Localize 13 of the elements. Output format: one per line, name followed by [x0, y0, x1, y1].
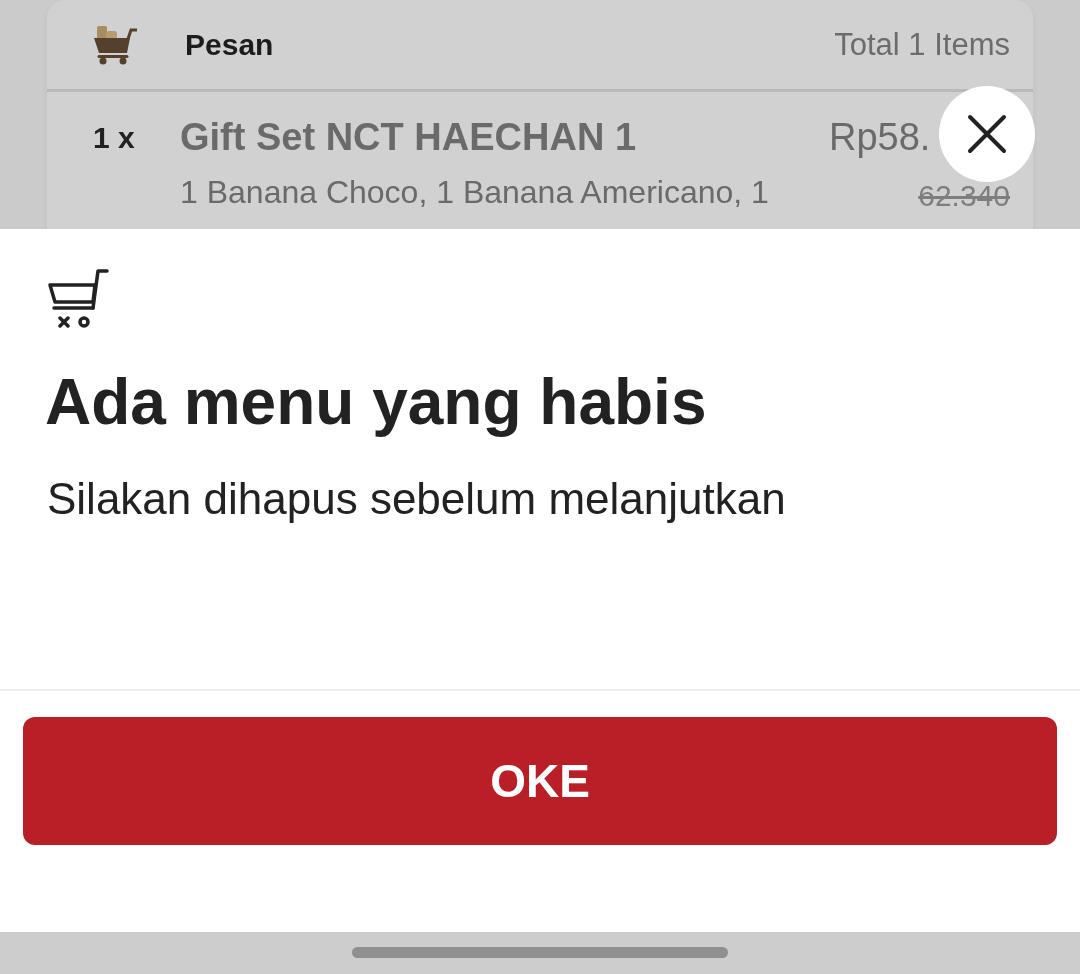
order-title: Pesan — [185, 26, 274, 63]
original-price: 62.340 — [918, 179, 1010, 212]
quantity-text: 1 x — [93, 120, 136, 156]
dialog-message: Silakan dihapus sebelum melanjutkan — [47, 472, 786, 525]
item-name: Gift Set NCT HAECHAN 1 — [180, 115, 637, 160]
close-icon — [967, 114, 1007, 154]
dialog-title: Ada menu yang habis — [45, 365, 707, 440]
ok-button[interactable]: OKE — [23, 717, 1057, 845]
cart-icon — [47, 268, 109, 328]
item-count: Total 1 Items — [834, 25, 1010, 64]
cart-icon — [93, 24, 137, 65]
item-description: 1 Banana Choco, 1 Banana Americano, 1 — [180, 172, 769, 212]
item-price: Rp58. — [829, 115, 931, 160]
